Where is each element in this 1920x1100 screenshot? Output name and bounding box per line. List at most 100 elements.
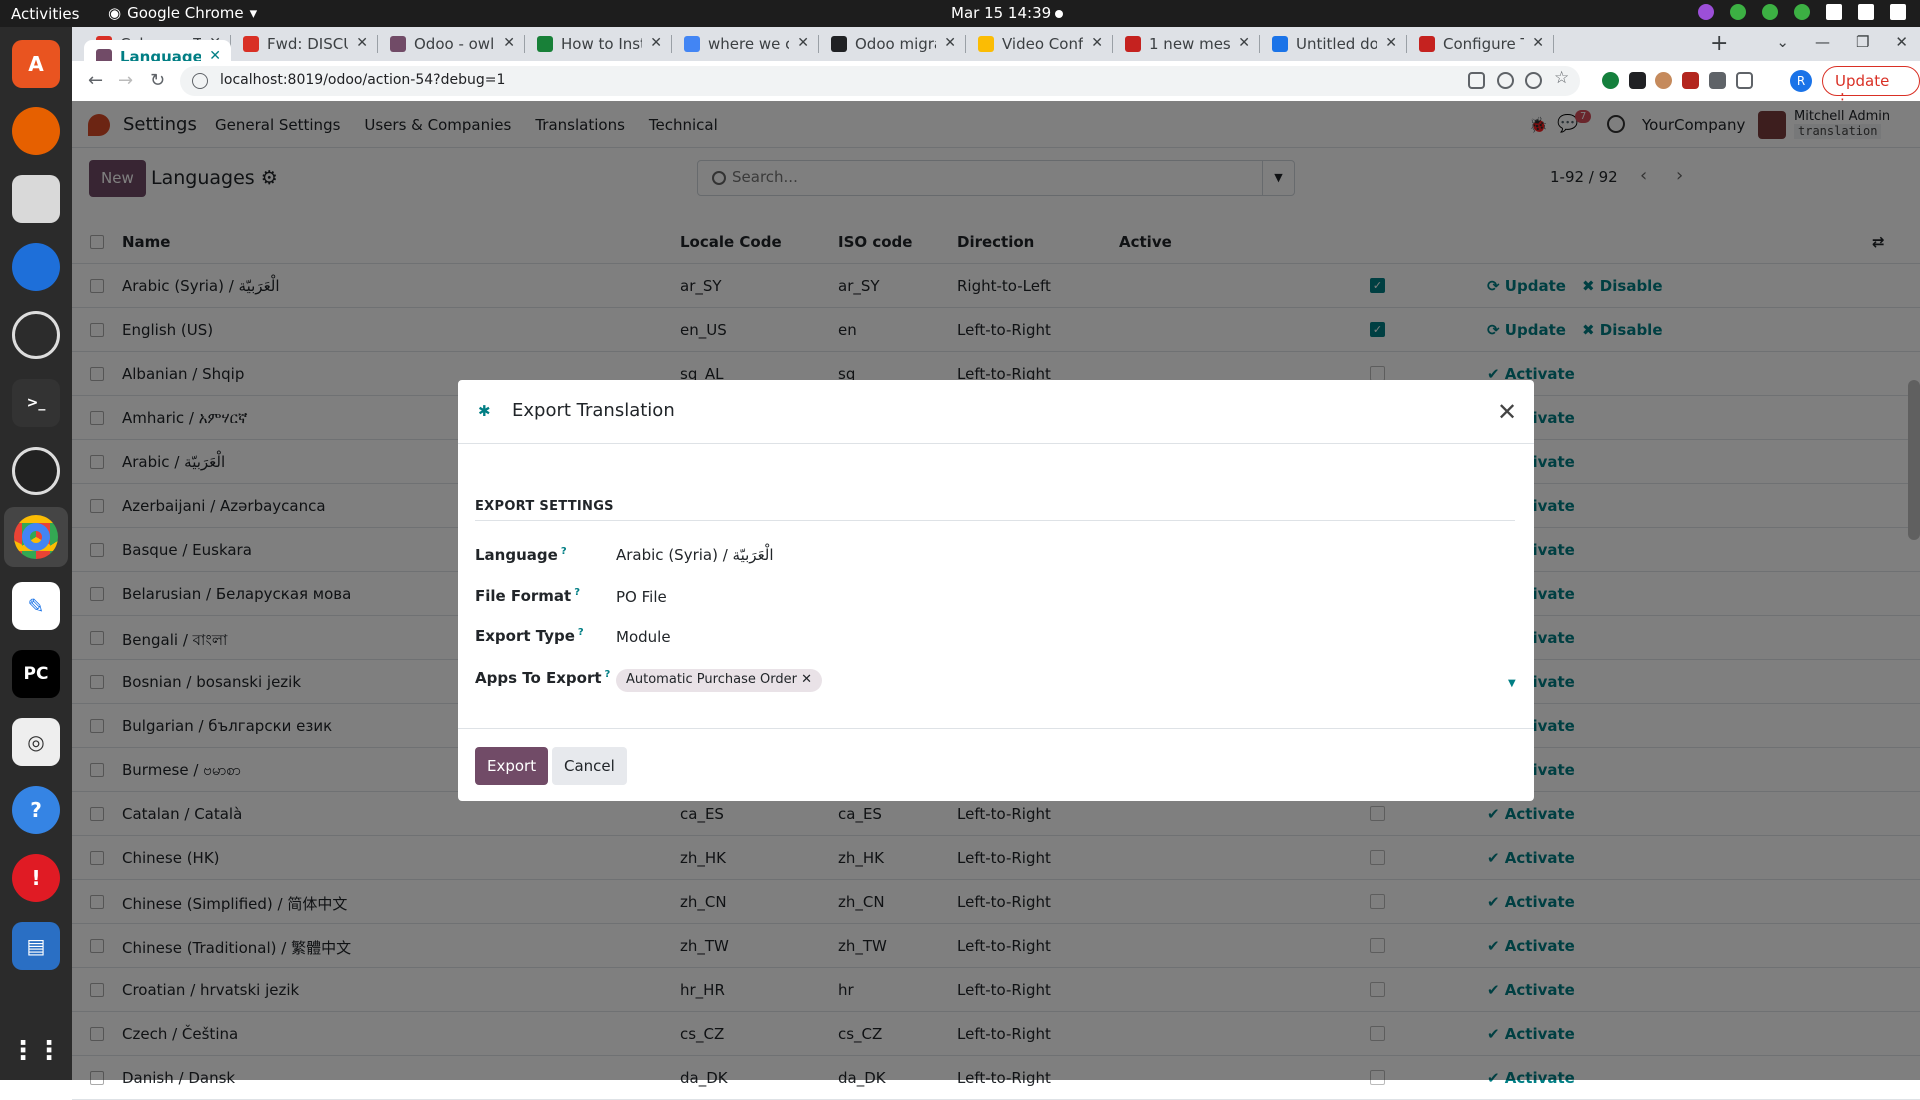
help-icon[interactable]: ?	[561, 546, 567, 557]
dock: A >_ ✎ PC ◎ ? ! ▤ ⋮⋮	[0, 27, 72, 1080]
install-icon[interactable]	[1468, 72, 1485, 89]
url-text[interactable]: localhost:8019/odoo/action-54?debug=1	[220, 72, 505, 88]
close-icon[interactable]: ✕	[1497, 398, 1517, 426]
browser-tab[interactable]: 1 new mess ✕	[1113, 27, 1260, 61]
zoom-icon[interactable]	[1497, 72, 1514, 89]
minimize-icon[interactable]: —	[1815, 33, 1830, 51]
apps-to-export-label-text: Apps To Export	[475, 669, 602, 687]
document-viewer-icon[interactable]: ◎	[12, 718, 60, 766]
debug-icon[interactable]: ✱	[478, 402, 491, 420]
help-icon[interactable]: ?	[574, 587, 580, 598]
export-type-field[interactable]: Module	[616, 628, 671, 646]
dialog-header: ✱ Export Translation ✕	[458, 380, 1534, 444]
app-tag[interactable]: Automatic Purchase Order ✕	[616, 669, 822, 692]
clock[interactable]: Mar 15 14:39	[951, 4, 1051, 22]
tray-app-icon[interactable]	[1698, 4, 1714, 20]
extensions-puzzle-icon[interactable]	[1709, 72, 1726, 89]
close-tab-icon[interactable]: ✕	[1091, 35, 1103, 61]
tab-favicon-icon	[1419, 36, 1435, 52]
close-tab-icon[interactable]: ✕	[650, 35, 662, 61]
writer-icon[interactable]: ▤	[12, 922, 60, 970]
volume-icon[interactable]	[1858, 4, 1874, 20]
timer-icon[interactable]	[12, 311, 60, 359]
share-icon[interactable]	[1525, 72, 1542, 89]
chrome-icon: ◉	[108, 4, 122, 22]
reload-icon[interactable]: ↻	[150, 70, 165, 91]
battery-icon[interactable]	[1890, 4, 1906, 20]
back-icon[interactable]: ←	[88, 70, 103, 91]
help-icon[interactable]: ?	[12, 786, 60, 834]
section-divider	[475, 520, 1515, 521]
profile-avatar[interactable]: R	[1790, 70, 1812, 92]
wifi-icon[interactable]	[1826, 4, 1842, 20]
terminal-extension-icon[interactable]	[1629, 72, 1646, 89]
browser-tab[interactable]: Video Confe ✕	[966, 27, 1113, 61]
tab-title: Odoo - owl c	[414, 35, 495, 53]
browser-tab[interactable]: Odoo migra ✕	[819, 27, 966, 61]
maximize-icon[interactable]: ❐	[1856, 33, 1869, 51]
browser-toolbar: ← → ↻ localhost:8019/odoo/action-54?debu…	[72, 61, 1920, 108]
bookmark-star-icon[interactable]: ☆	[1554, 68, 1571, 88]
close-tab-icon[interactable]: ✕	[1532, 35, 1544, 61]
tab-title: where we ca	[708, 35, 790, 53]
chrome-update-button[interactable]: Update ⋮	[1822, 66, 1920, 108]
browser-tab[interactable]: where we ca ✕	[672, 27, 819, 61]
tab-search-icon[interactable]: ⌄	[1776, 33, 1789, 51]
activities-button[interactable]: Activities	[11, 5, 79, 23]
apps-dropdown-toggle[interactable]: ▼	[1508, 678, 1516, 689]
browser-tab[interactable]: Configure T ✕	[1407, 27, 1554, 61]
browser-tab[interactable]: Untitled do ✕	[1260, 27, 1407, 61]
browser-tab[interactable]: Fwd: DISCU ✕	[231, 27, 378, 61]
apps-to-export-label: Apps To Export?	[475, 669, 610, 687]
text-editor-icon[interactable]: ✎	[12, 582, 60, 630]
close-tab-icon[interactable]: ✕	[1238, 35, 1250, 61]
files-icon[interactable]	[12, 175, 60, 223]
tab-title: Untitled do	[1296, 35, 1378, 53]
tray-app-icon[interactable]	[1794, 4, 1810, 20]
chrome-dock-icon[interactable]	[4, 507, 68, 567]
close-tab-icon[interactable]: ✕	[503, 35, 515, 61]
browser-chrome: Cybrosys Te✕Fwd: DISCU✕Languages✕Odoo - …	[72, 27, 1920, 108]
system-tray[interactable]	[1698, 4, 1906, 20]
update-label: Update	[1835, 72, 1890, 90]
file-format-field[interactable]: PO File	[616, 588, 667, 606]
grammarly-extension-icon[interactable]	[1602, 72, 1619, 89]
export-button[interactable]: Export	[475, 747, 549, 785]
pycharm-icon[interactable]: PC	[12, 650, 60, 698]
app-menu[interactable]: ◉ Google Chrome ▾	[108, 4, 257, 22]
tab-favicon-icon	[684, 36, 700, 52]
tab-favicon-icon	[978, 36, 994, 52]
tray-app-icon[interactable]	[1762, 4, 1778, 20]
help-icon[interactable]: ?	[605, 669, 611, 680]
tab-title: How to Inst	[561, 35, 643, 53]
odoo-debug-extension-icon[interactable]	[1655, 72, 1672, 89]
tab-favicon-icon	[1272, 36, 1288, 52]
terminal-icon[interactable]: >_	[12, 379, 60, 427]
language-field[interactable]: Arabic (Syria) / الْعَرَبيّة	[616, 546, 774, 564]
address-bar[interactable]: localhost:8019/odoo/action-54?debug=1	[180, 66, 1580, 96]
browser-tab[interactable]: How to Inst ✕	[525, 27, 672, 61]
tray-app-icon[interactable]	[1730, 4, 1746, 20]
close-tab-icon[interactable]: ✕	[1385, 35, 1397, 61]
close-tab-icon[interactable]: ✕	[356, 35, 368, 61]
firefox-icon[interactable]	[12, 107, 60, 155]
help-icon[interactable]: ?	[578, 627, 584, 638]
close-tab-icon[interactable]: ✕	[797, 35, 809, 61]
browser-tab[interactable]: Odoo - owl c ✕	[378, 27, 525, 61]
obs-icon[interactable]	[12, 447, 60, 495]
close-window-icon[interactable]: ✕	[1895, 33, 1908, 51]
cancel-button[interactable]: Cancel	[552, 747, 627, 785]
close-tab-icon[interactable]: ✕	[944, 35, 956, 61]
alert-icon[interactable]: !	[12, 854, 60, 902]
software-center-icon[interactable]: A	[12, 40, 60, 88]
site-info-icon[interactable]	[192, 73, 208, 89]
thunderbird-icon[interactable]	[12, 243, 60, 291]
new-tab-button[interactable]: +	[1710, 31, 1728, 56]
remove-tag-icon[interactable]: ✕	[801, 672, 812, 687]
app-tag-label: Automatic Purchase Order	[626, 672, 797, 687]
side-panel-icon[interactable]	[1736, 72, 1753, 89]
show-apps-icon[interactable]: ⋮⋮	[10, 1027, 62, 1075]
caret-down-icon: ▾	[249, 4, 258, 22]
forward-icon[interactable]: →	[118, 70, 133, 91]
extension-icon[interactable]	[1682, 72, 1699, 89]
